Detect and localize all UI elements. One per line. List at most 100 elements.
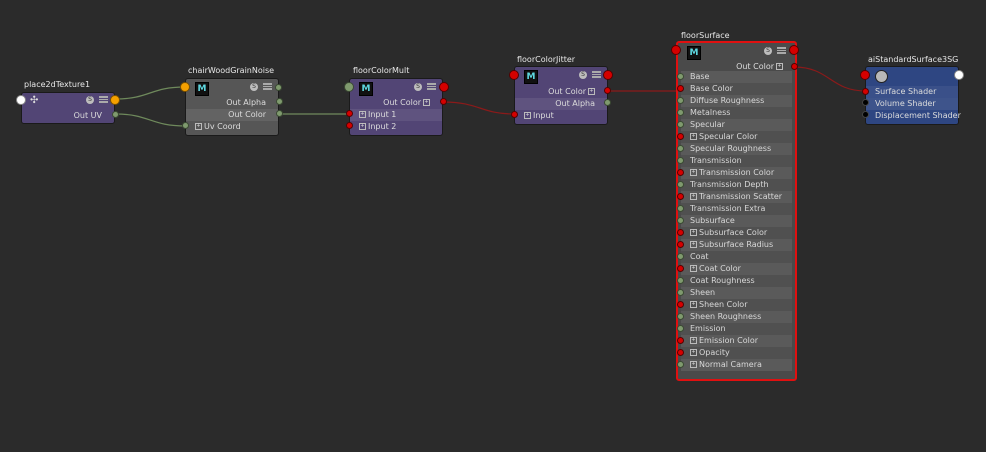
surface-attr-row[interactable]: Metalness [677,107,792,119]
surface-attr-row[interactable]: + Specular Color [677,131,792,143]
surface-attr-port[interactable] [677,133,684,140]
surface-attr-row[interactable]: Transmission [677,155,792,167]
surface-input-port[interactable] [671,45,681,55]
surface-attr-row[interactable]: Emission [677,323,792,335]
surface-attr-row[interactable]: + Emission Color [677,335,792,347]
surface-attr-port[interactable] [677,313,684,320]
swatch-icon[interactable]: S [250,83,258,91]
place2d-outuv-port[interactable] [112,111,119,118]
surface-attr-port[interactable] [677,109,684,116]
swatch-icon[interactable]: S [764,47,772,55]
noise-outcolor-port[interactable] [276,110,283,117]
jitter-output-port[interactable] [603,70,613,80]
expand-plus-icon[interactable]: + [690,349,697,356]
node-surface[interactable]: M S Out Color + Base Base Color Diffuse Rou… [676,41,797,381]
expand-plus-icon[interactable]: + [690,361,697,368]
jitter-input-port[interactable] [509,70,519,80]
surface-attr-row[interactable]: Specular Roughness [677,143,792,155]
mult-input1-port[interactable] [346,110,353,117]
surface-attr-port[interactable] [677,121,684,128]
mult-output-port[interactable] [439,82,449,92]
surface-attr-row[interactable]: Specular [677,119,792,131]
surface-attr-row[interactable]: Diffuse Roughness [677,95,792,107]
expand-plus-icon[interactable]: + [690,337,697,344]
surface-attr-row[interactable]: Base Color [677,83,792,95]
attribute-grid-icon[interactable] [99,96,108,103]
surface-attr-row[interactable]: Sheen [677,287,792,299]
surface-attr-port[interactable] [677,253,684,260]
sg-surface-shader-port[interactable] [862,88,869,95]
surface-attr-port[interactable] [677,337,684,344]
surface-outcolor-port[interactable] [791,63,798,70]
mult-outcolor-port[interactable] [440,98,447,105]
expand-plus-icon[interactable]: + [690,229,697,236]
attribute-grid-icon[interactable] [263,83,272,90]
noise-outalpha-port[interactable] [276,98,283,105]
surface-attr-port[interactable] [677,241,684,248]
swatch-icon[interactable]: S [579,71,587,79]
surface-attr-port[interactable] [677,301,684,308]
expand-plus-icon[interactable]: + [690,241,697,248]
sg-volume-shader-port[interactable] [862,99,869,106]
surface-attr-row[interactable]: Sheen Roughness [677,311,792,323]
node-sg[interactable]: Surface Shader Volume Shader Displacemen… [865,66,961,125]
surface-attr-row[interactable]: + Normal Camera [677,359,792,371]
surface-attr-row[interactable]: Transmission Extra Roughness [677,203,792,225]
surface-attr-port[interactable] [677,277,684,284]
swatch-icon[interactable]: S [414,83,422,91]
surface-attr-row[interactable]: + Coat Color [677,263,792,275]
sg-output-port[interactable] [954,70,964,80]
surface-attr-port[interactable] [677,193,684,200]
surface-attr-port[interactable] [677,265,684,272]
expand-plus-icon[interactable]: + [690,169,697,176]
expand-plus-icon[interactable]: + [690,133,697,140]
surface-attr-port[interactable] [677,97,684,104]
mult-input2-port[interactable] [346,122,353,129]
surface-attr-port[interactable] [677,169,684,176]
attribute-grid-icon[interactable] [427,83,436,90]
node-noise[interactable]: M S Out Alpha Out Color + Uv Coord [185,78,279,136]
surface-output-port[interactable] [789,45,799,55]
surface-attr-row[interactable]: Subsurface [677,215,792,227]
expand-plus-icon[interactable]: + [690,265,697,272]
surface-attr-row[interactable]: + Transmission Scatter [677,191,792,203]
node-jitter[interactable]: M S Out Color + Out Alpha + Input [514,66,608,125]
surface-attr-row[interactable]: Coat [677,251,792,263]
sg-input-port[interactable] [860,70,870,80]
surface-attr-row[interactable]: Coat Roughness [677,275,792,287]
jitter-outcolor-port[interactable] [604,87,611,94]
attribute-grid-icon[interactable] [592,71,601,78]
surface-attr-port[interactable] [677,181,684,188]
swatch-icon[interactable]: S [86,96,94,104]
surface-attr-row[interactable]: + Opacity [677,347,792,359]
surface-attr-port[interactable] [677,145,684,152]
place2d-input-port[interactable] [16,95,26,105]
surface-attr-port[interactable] [677,289,684,296]
surface-attr-port[interactable] [677,73,684,80]
surface-attr-port[interactable] [677,325,684,332]
place2d-output-port[interactable] [110,95,120,105]
expand-plus-icon[interactable]: + [690,301,697,308]
surface-attr-row[interactable]: Base [677,71,792,83]
noise-input-port[interactable] [180,82,190,92]
attribute-grid-icon[interactable] [777,47,786,54]
surface-attr-port[interactable] [677,205,684,212]
noise-output-port[interactable] [275,84,282,91]
surface-attr-port[interactable] [677,85,684,92]
mult-input-port[interactable] [344,82,354,92]
node-place2d[interactable]: ✣ S Out UV [21,92,115,124]
surface-attr-row[interactable]: + Subsurface Color [677,227,792,239]
surface-attr-port[interactable] [677,217,684,224]
jitter-outalpha-port[interactable] [604,99,611,106]
surface-attr-port[interactable] [677,229,684,236]
sg-displacement-shader-port[interactable] [862,111,869,118]
surface-attr-port[interactable] [677,157,684,164]
jitter-input-in-port[interactable] [511,111,518,118]
expand-plus-icon[interactable]: + [690,193,697,200]
noise-uvcoord-port[interactable] [182,122,189,129]
surface-attr-row[interactable]: Transmission Depth [677,179,792,191]
surface-attr-row[interactable]: + Subsurface Radius [677,239,792,251]
surface-attr-row[interactable]: + Transmission Color [677,167,792,179]
surface-attr-port[interactable] [677,349,684,356]
surface-attr-port[interactable] [677,361,684,368]
